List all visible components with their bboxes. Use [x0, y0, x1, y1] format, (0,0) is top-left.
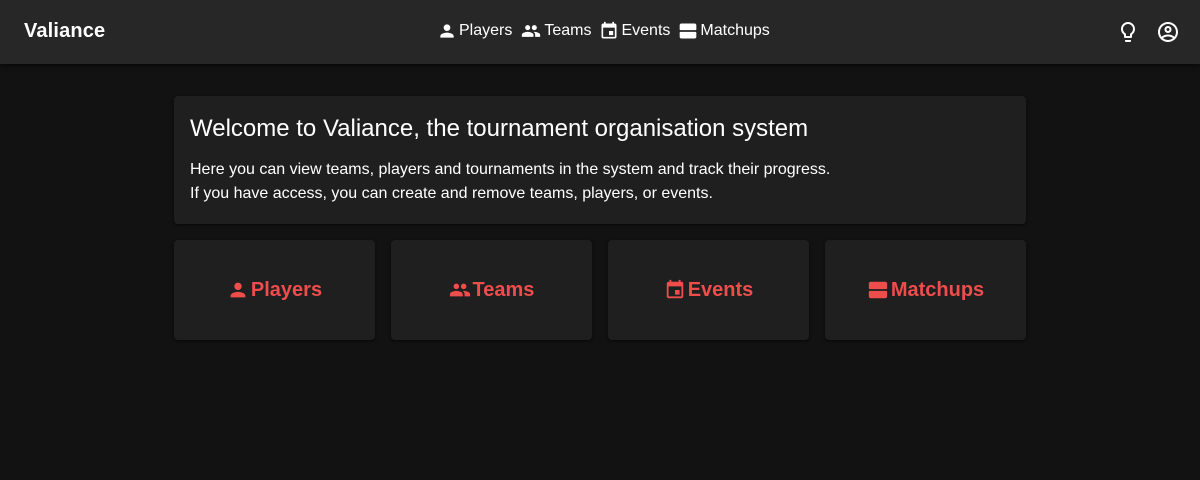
players-card-label: Players	[250, 278, 323, 301]
matchups-icon	[868, 281, 887, 299]
teams-card-label: Teams	[472, 278, 535, 301]
group-icon	[449, 283, 470, 297]
shortcut-cards: Players Teams Events Matchups	[174, 240, 1026, 340]
lightbulb-icon	[1121, 22, 1135, 42]
nav-matchups-label: Matchups	[700, 22, 770, 39]
app-title[interactable]: Valiance	[24, 20, 105, 43]
welcome-heading: Welcome to Valiance, the tournament orga…	[190, 115, 809, 142]
welcome-panel: Welcome to Valiance, the tournament orga…	[174, 96, 1026, 224]
welcome-line-1: Here you can view teams, players and tou…	[190, 161, 831, 178]
welcome-line-2: If you have access, you can create and r…	[190, 185, 713, 202]
nav-teams-label: Teams	[544, 22, 592, 39]
appbar-actions	[1116, 20, 1180, 44]
nav-players-label: Players	[459, 22, 513, 39]
nav-events-link[interactable]: Events	[599, 15, 670, 47]
nav-events-label: Events	[621, 22, 671, 39]
calendar-icon	[601, 21, 617, 39]
welcome-description: Here you can view teams, players and tou…	[190, 158, 1010, 206]
nav-teams-link[interactable]: Teams	[520, 15, 591, 47]
nav-players-link[interactable]: Players	[437, 15, 512, 47]
group-icon	[522, 25, 541, 37]
app-bar: Valiance Players Teams Events Matchups	[0, 0, 1200, 64]
account-circle-icon	[1158, 22, 1178, 42]
theme-toggle-button[interactable]	[1116, 20, 1140, 44]
person-icon	[230, 282, 246, 298]
matchups-card[interactable]: Matchups	[825, 240, 1026, 340]
teams-card[interactable]: Teams	[391, 240, 592, 340]
events-card[interactable]: Events	[608, 240, 809, 340]
calendar-icon	[666, 279, 683, 299]
account-button[interactable]	[1156, 20, 1180, 44]
matchups-icon	[680, 23, 697, 39]
matchups-card-label: Matchups	[890, 278, 985, 301]
events-card-label: Events	[687, 278, 754, 301]
players-card[interactable]: Players	[174, 240, 375, 340]
nav-matchups-link[interactable]: Matchups	[678, 15, 770, 47]
person-icon	[440, 24, 454, 38]
main-nav: Players Teams Events Matchups	[437, 0, 770, 64]
